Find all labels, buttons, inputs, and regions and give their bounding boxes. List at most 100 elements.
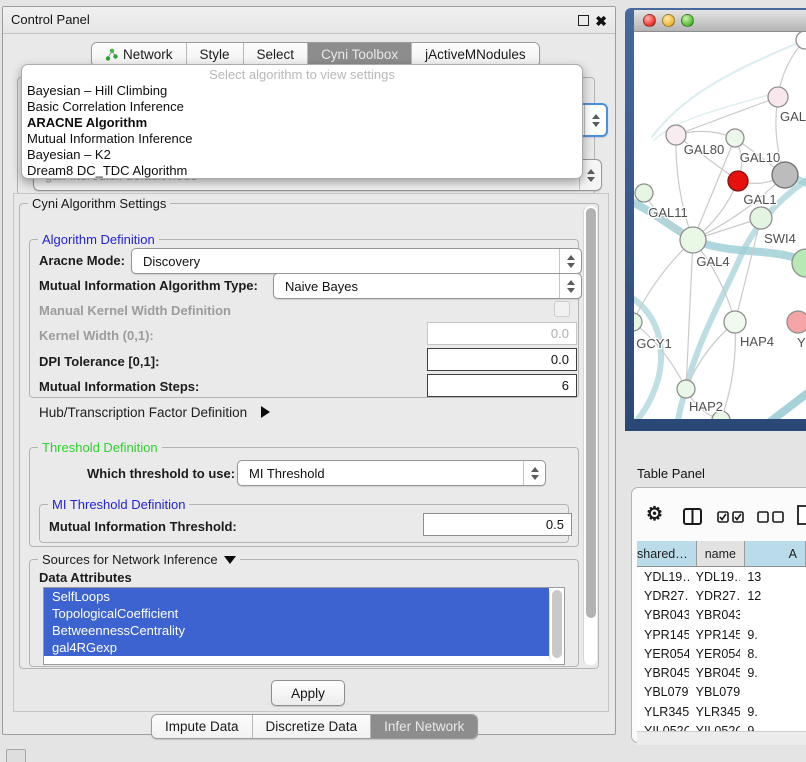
table-row[interactable]: YLR345WYLR345W9. — [637, 702, 806, 721]
algorithm-option[interactable]: Bayesian – K2 — [22, 147, 582, 163]
float-panel-icon[interactable] — [578, 15, 589, 26]
attribute-item[interactable]: SelfLoops — [44, 588, 549, 605]
column-header-name[interactable]: name — [697, 541, 745, 566]
edge-band — [728, 388, 806, 419]
mi-type-combo[interactable]: Naive Bayes — [273, 273, 582, 299]
mi-steps-label: Mutual Information Steps: — [39, 379, 199, 394]
settings-scrollbar-thumb[interactable] — [586, 208, 596, 618]
close-traffic-light-icon[interactable] — [643, 14, 656, 27]
deselect-all-columns-icon[interactable] — [757, 511, 787, 523]
table-cell: YER054C — [637, 644, 689, 663]
network-node-gal10[interactable] — [726, 129, 744, 147]
node-label: GAL1 — [743, 192, 776, 207]
table-panel-title: Table Panel — [637, 466, 705, 481]
table-cell: YDR27… — [689, 586, 741, 605]
mi-steps-field[interactable]: 6 — [427, 374, 577, 397]
mi-threshold-field[interactable]: 0.5 — [423, 513, 572, 536]
algorithm-option[interactable]: Dream8 DC_TDC Algorithm — [22, 163, 582, 179]
gear-icon[interactable]: ⚙ — [646, 503, 663, 526]
tab-jactivemnodules[interactable]: jActiveMNodules — [412, 43, 539, 66]
network-node-swi4[interactable] — [750, 207, 772, 229]
algorithm-option[interactable]: Basic Correlation Inference — [22, 99, 582, 115]
table-cell: 9. — [740, 702, 806, 721]
attribute-item[interactable]: gal4RGexp — [44, 639, 549, 656]
collapse-arrow-icon[interactable] — [224, 556, 236, 564]
network-node-gal11[interactable] — [635, 184, 653, 202]
select-all-columns-icon[interactable] — [717, 511, 747, 523]
node-label: GAL — [780, 109, 806, 124]
network-node-gal4[interactable] — [680, 227, 706, 253]
node-table[interactable]: shared…nameA YDL19…YDL19…13YDR27…YDR27…1… — [637, 541, 806, 731]
table-cell: YDL19… — [689, 567, 741, 586]
network-node[interactable] — [792, 249, 806, 277]
kernel-width-label: Kernel Width (0,1): — [39, 328, 154, 343]
hub-definition-toggle[interactable]: Hub/Transcription Factor Definition — [39, 405, 270, 420]
network-window-titlebar[interactable] — [634, 10, 806, 32]
network-node-gal[interactable] — [768, 87, 788, 107]
bottom-tab-label: Discretize Data — [266, 719, 358, 734]
tab-cyni-toolbox[interactable]: Cyni Toolbox — [308, 43, 412, 66]
node-label: GCY1 — [636, 336, 671, 351]
apply-button[interactable]: Apply — [271, 680, 345, 706]
network-edge[interactable] — [735, 218, 761, 322]
manual-kernel-label: Manual Kernel Width Definition — [39, 303, 231, 318]
table-row[interactable]: YBR043CYBR043C — [637, 606, 806, 625]
network-node-hap2[interactable] — [677, 380, 695, 398]
new-table-icon[interactable] — [796, 504, 806, 526]
bottom-tab-discretize-data[interactable]: Discretize Data — [253, 715, 372, 738]
collapsed-panel-button[interactable] — [6, 749, 26, 762]
bottom-tab-infer-network[interactable]: Infer Network — [371, 715, 477, 738]
close-icon[interactable]: ✖ — [595, 13, 607, 30]
attributes-scrollbar[interactable] — [549, 588, 563, 662]
network-edge[interactable] — [721, 322, 735, 419]
tab-label: jActiveMNodules — [425, 47, 526, 62]
column-header-shared[interactable]: shared… — [637, 541, 697, 566]
network-node[interactable] — [796, 32, 806, 49]
column-header-a[interactable]: A — [745, 541, 806, 566]
kernel-width-field[interactable]: 0.0 — [427, 322, 577, 345]
network-node[interactable] — [772, 162, 798, 188]
network-node-y[interactable] — [787, 311, 806, 333]
sources-title-text: Sources for Network Inference — [42, 552, 218, 567]
expand-arrow-icon[interactable] — [261, 406, 270, 418]
table-row[interactable]: YDR27…YDR27…12 — [637, 586, 806, 605]
node-label: GAL11 — [648, 205, 688, 220]
bottom-tab-impute-data[interactable]: Impute Data — [152, 715, 253, 738]
algorithm-option[interactable]: Mutual Information Inference — [22, 131, 582, 147]
table-row[interactable]: YDL19…YDL19…13 — [637, 567, 806, 586]
network-node-hap4[interactable] — [724, 311, 746, 333]
split-columns-icon[interactable] — [683, 508, 702, 525]
dpi-tolerance-field[interactable]: 0.0 — [427, 348, 577, 371]
tab-network[interactable]: Network — [92, 43, 187, 66]
aracne-mode-combo[interactable]: Discovery — [131, 248, 582, 274]
sources-title: Sources for Network Inference — [38, 552, 240, 567]
network-edge[interactable] — [676, 97, 778, 135]
minimize-traffic-light-icon[interactable] — [662, 14, 675, 27]
table-row[interactable]: YBR045CYBR045C9. — [637, 663, 806, 682]
data-attributes-list[interactable]: SelfLoopsTopologicalCoefficientBetweenne… — [43, 587, 565, 665]
manual-kernel-checkbox[interactable] — [554, 301, 570, 317]
attribute-item[interactable]: BetweennessCentrality — [44, 622, 549, 639]
table-cell: 9. — [740, 663, 806, 682]
table-hscrollbar[interactable] — [637, 731, 806, 745]
table-row[interactable]: YIL052CYIL052C9 — [637, 721, 806, 731]
network-node-gal1[interactable] — [728, 171, 748, 191]
table-row[interactable]: YER054CYER054C8. — [637, 644, 806, 663]
network-view-canvas[interactable]: GALGAL80GAL10GAL1GAL11SWI4GAL4GCY1HAP4YH… — [634, 32, 806, 419]
table-row[interactable]: YBL079WYBL079W — [637, 683, 806, 702]
control-panel-titlebar: Control Panel ✖ — [3, 7, 615, 34]
zoom-traffic-light-icon[interactable] — [681, 14, 694, 27]
settings-scrollbar[interactable] — [583, 206, 597, 665]
control-panel-window: Control Panel ✖ NetworkStyleSelectCyni T… — [2, 6, 616, 735]
node-label: SWI4 — [764, 231, 796, 246]
table-cell: YDL19… — [637, 567, 689, 586]
table-cell: YPR145W — [637, 625, 689, 644]
which-threshold-combo[interactable]: MI Threshold — [237, 460, 546, 486]
tab-select[interactable]: Select — [244, 43, 309, 66]
attribute-item[interactable]: TopologicalCoefficient — [44, 605, 549, 622]
tab-style[interactable]: Style — [187, 43, 244, 66]
table-row[interactable]: YPR145WYPR145W9. — [637, 625, 806, 644]
algorithm-option[interactable]: Bayesian – Hill Climbing — [22, 83, 582, 99]
attributes-scrollbar-thumb[interactable] — [552, 590, 562, 658]
algorithm-option[interactable]: ARACNE Algorithm — [22, 115, 582, 131]
